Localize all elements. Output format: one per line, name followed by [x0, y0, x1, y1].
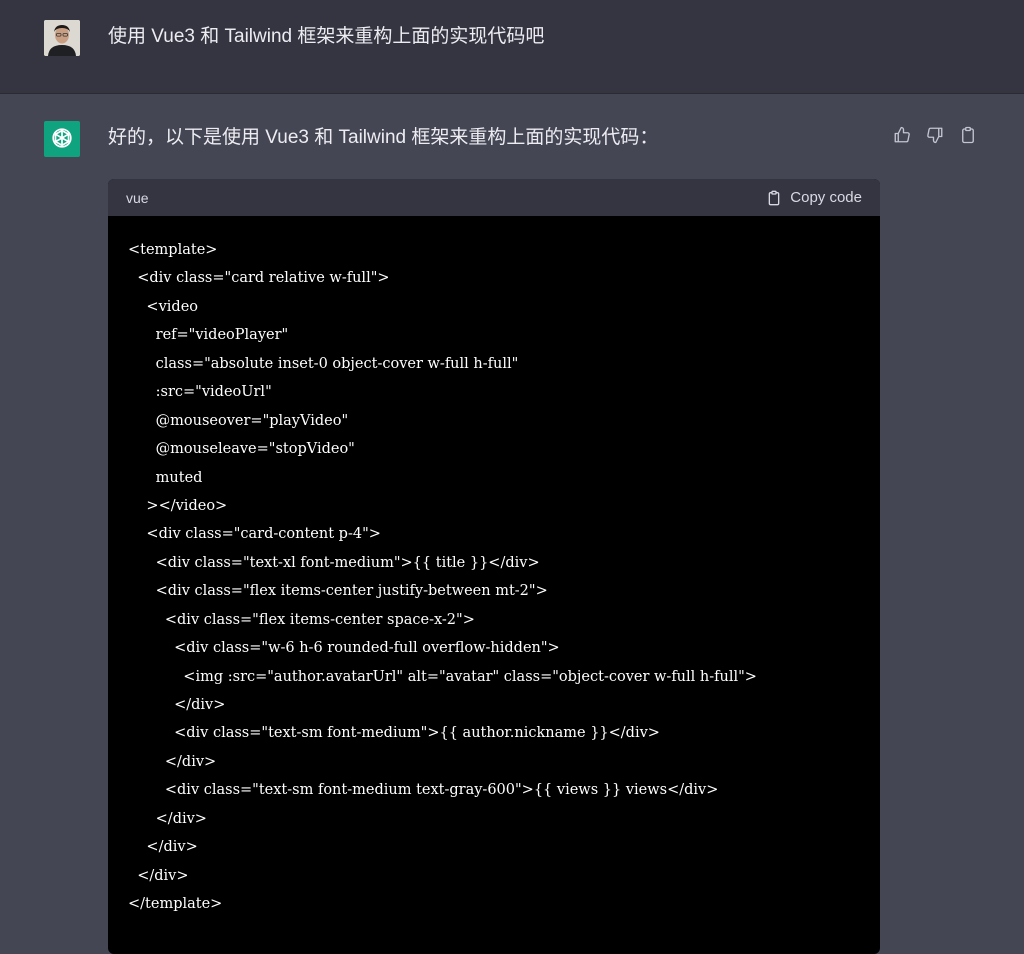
code-block-header: vue Copy code [108, 179, 880, 216]
openai-logo-icon [52, 128, 72, 148]
thumbs-up-button[interactable] [892, 124, 912, 146]
thumbs-down-button[interactable] [925, 124, 945, 146]
code-line: :src="videoUrl" [128, 384, 272, 401]
code-block: vue Copy code <template> <div class="car… [108, 179, 880, 954]
code-line: </template> [128, 896, 223, 913]
thumbs-up-icon [894, 126, 910, 143]
code-line: <div class="card relative w-full"> [128, 270, 390, 287]
code-line: @mouseleave="stopVideo" [128, 441, 355, 458]
assistant-message-text: 好的，以下是使用 Vue3 和 Tailwind 框架来重构上面的实现代码： [108, 127, 659, 148]
code-line: <div class="flex items-center space-x-2"… [128, 611, 475, 628]
clipboard-icon [768, 190, 780, 205]
copy-code-label: Copy code [790, 189, 862, 206]
bot-avatar [44, 121, 80, 157]
user-message-row: 使用 Vue3 和 Tailwind 框架来重构上面的实现代码吧 [0, 0, 1024, 94]
user-avatar [44, 20, 80, 56]
code-line: </div> [128, 697, 226, 713]
code-line: <div class="card-content p-4"> [128, 526, 381, 543]
code-line: <div class="flex items-center justify-be… [128, 583, 548, 600]
code-line: </div> [128, 810, 207, 827]
message-actions [892, 124, 978, 146]
copy-code-button[interactable]: Copy code [766, 189, 862, 207]
code-line: class="absolute inset-0 object-cover w-f… [128, 355, 519, 372]
clipboard-icon [962, 126, 974, 144]
code-language-label: vue [126, 189, 149, 206]
user-photo-icon [44, 20, 80, 56]
code-line: <img :src="author.avatarUrl" alt="avatar… [128, 668, 757, 685]
code-line: ></video> [128, 497, 228, 514]
assistant-message-row: 好的，以下是使用 Vue3 和 Tailwind 框架来重构上面的实现代码： v… [0, 94, 1024, 954]
code-line: <div class="text-sm font-medium">{{ auth… [128, 725, 660, 742]
user-message-text: 使用 Vue3 和 Tailwind 框架来重构上面的实现代码吧 [108, 26, 545, 47]
code-line: <template> [128, 242, 218, 258]
code-line: <div class="text-sm font-medium text-gra… [128, 782, 719, 799]
thumbs-down-icon [927, 127, 943, 144]
code-line: </div> [128, 753, 217, 770]
code-line: </div> [128, 839, 198, 856]
code-body: <template> <div class="card relative w-f… [108, 216, 880, 939]
code-line: <div class="text-xl font-medium">{{ titl… [128, 554, 540, 571]
code-line: <video [128, 298, 199, 315]
code-line: muted [128, 469, 203, 486]
code-line: </div> [128, 867, 189, 884]
code-line: @mouseover="playVideo" [128, 412, 349, 429]
code-line: ref="videoPlayer" [128, 327, 289, 344]
code-line: <div class="w-6 h-6 rounded-full overflo… [128, 640, 560, 657]
copy-message-button[interactable] [958, 124, 978, 146]
